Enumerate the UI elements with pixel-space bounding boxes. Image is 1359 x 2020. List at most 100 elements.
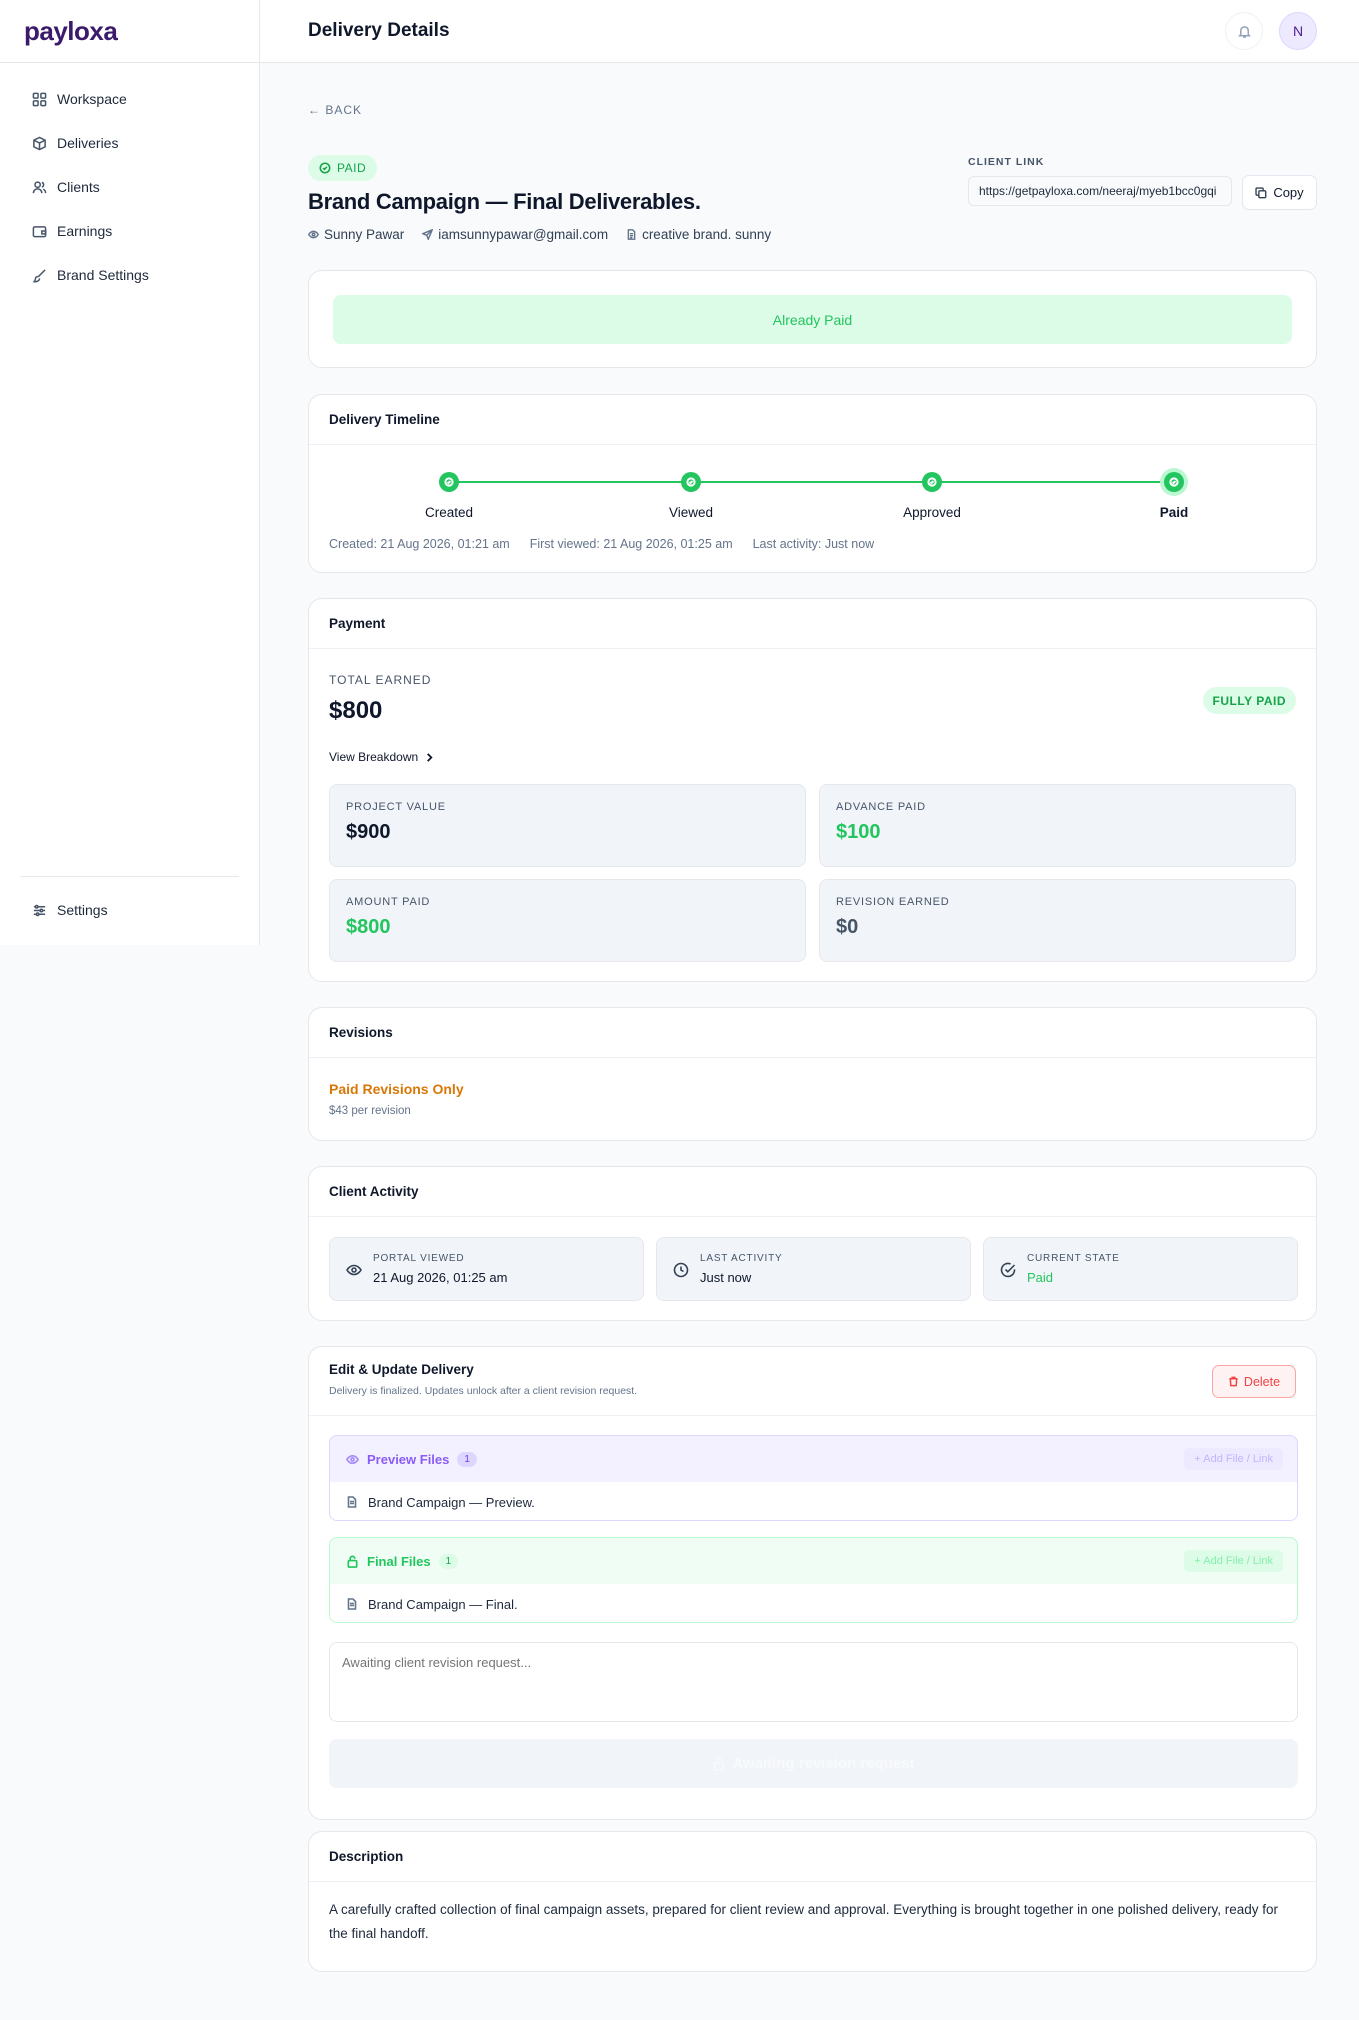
- copy-icon: [1255, 186, 1267, 198]
- check-icon: [927, 477, 937, 487]
- preview-files-label: Preview Files: [367, 1451, 450, 1467]
- sidebar-item-workspace[interactable]: Workspace: [0, 77, 259, 121]
- sidebar-item-label: Clients: [57, 179, 100, 195]
- check-icon: [444, 477, 454, 487]
- trash-icon: [1229, 1376, 1238, 1387]
- file-row[interactable]: Brand Campaign — Preview.: [330, 1482, 1297, 1520]
- clock-icon: [673, 1262, 689, 1278]
- final-files-header: Final Files 1 + Add File / Link: [330, 1538, 1297, 1584]
- add-final-file-button[interactable]: + Add File / Link: [1184, 1550, 1283, 1572]
- timeline-step-label: Approved: [903, 505, 961, 520]
- revision-price: $43 per revision: [329, 1105, 411, 1117]
- client-email: iamsunnypawar@gmail.com: [422, 227, 608, 242]
- stat-value: $900: [346, 821, 391, 843]
- sidebar-item-brand-settings[interactable]: Brand Settings: [0, 253, 259, 297]
- client-meta: Sunny Pawar iamsunnypawar@gmail.com crea…: [308, 227, 771, 242]
- delete-button[interactable]: Delete: [1212, 1365, 1296, 1398]
- sliders-icon: [33, 904, 46, 916]
- stat-value: $100: [836, 821, 881, 843]
- card-title: Delivery Timeline: [309, 395, 1316, 445]
- sidebar-item-label: Earnings: [57, 223, 113, 239]
- timeline-meta: Created: 21 Aug 2026, 01:21 am First vie…: [329, 537, 874, 551]
- preview-files-group: Preview Files 1 + Add File / Link Brand …: [329, 1435, 1298, 1521]
- view-breakdown-label: View Breakdown: [329, 750, 419, 764]
- activity-value: Paid: [1027, 1270, 1054, 1285]
- stat-revision-earned: REVISION EARNED $0: [819, 879, 1296, 962]
- paid-status-card: Already Paid: [308, 270, 1317, 368]
- sidebar-item-label: Deliveries: [57, 135, 119, 151]
- send-icon: [422, 229, 434, 240]
- copy-label: Copy: [1273, 185, 1304, 200]
- revision-request-textarea[interactable]: [329, 1642, 1298, 1722]
- copy-link-button[interactable]: Copy: [1242, 175, 1317, 210]
- file-name: Brand Campaign — Final.: [368, 1596, 518, 1612]
- client-company: creative brand. sunny: [626, 227, 771, 242]
- status-badge: PAID: [308, 155, 378, 181]
- users-icon: [32, 180, 47, 193]
- delete-label: Delete: [1243, 1374, 1281, 1389]
- file-icon: [347, 1496, 357, 1508]
- first-viewed-date: First viewed: 21 Aug 2026, 01:25 am: [529, 537, 733, 551]
- sidebar-nav: Workspace Deliveries Clients Earnings Br…: [0, 63, 259, 297]
- sidebar-item-settings[interactable]: Settings: [0, 888, 259, 932]
- bell-icon: [1237, 25, 1251, 38]
- final-files-group: Final Files 1 + Add File / Link Brand Ca…: [329, 1537, 1298, 1623]
- stat-label: REVISION EARNED: [836, 896, 950, 908]
- created-date: Created: 21 Aug 2026, 01:21 am: [329, 537, 510, 551]
- sidebar-item-deliveries[interactable]: Deliveries: [0, 121, 259, 165]
- sidebar-item-label: Settings: [57, 902, 108, 918]
- file-name: Brand Campaign — Preview.: [368, 1494, 535, 1510]
- sidebar-item-earnings[interactable]: Earnings: [0, 209, 259, 253]
- payment-status-badge: FULLY PAID: [1202, 687, 1296, 714]
- card-title: Payment: [309, 599, 1316, 649]
- activity-label: CURRENT STATE: [1027, 1253, 1120, 1264]
- file-row[interactable]: Brand Campaign — Final.: [330, 1584, 1297, 1622]
- stat-value: $0: [836, 916, 859, 938]
- check-icon: [1169, 477, 1179, 487]
- card-subtitle: Delivery is finalized. Updates unlock af…: [329, 1385, 638, 1397]
- brand-logo[interactable]: payloxa: [0, 0, 259, 63]
- eye-icon: [346, 1454, 359, 1464]
- back-link[interactable]: ← BACK: [308, 103, 362, 117]
- file-icon: [347, 1598, 357, 1610]
- edit-delivery-card: Edit & Update Delivery Delivery is final…: [308, 1346, 1317, 1820]
- client-activity-card: Client Activity PORTAL VIEWED 21 Aug 202…: [308, 1166, 1317, 1321]
- sidebar-item-label: Brand Settings: [57, 267, 149, 283]
- timeline-dot-approved: [922, 472, 942, 492]
- sidebar-item-clients[interactable]: Clients: [0, 165, 259, 209]
- timeline-dot-created: [439, 472, 459, 492]
- lock-icon: [714, 1757, 725, 1771]
- card-title: Revisions: [309, 1008, 1316, 1058]
- description-text: A carefully crafted collection of final …: [329, 1902, 1279, 1941]
- brush-icon: [33, 268, 46, 282]
- description-card: Description A carefully crafted collecti…: [308, 1831, 1317, 1972]
- divider: [309, 1415, 1316, 1416]
- client-link-field[interactable]: https://getpayloxa.com/neeraj/myeb1bcc0g…: [968, 176, 1232, 206]
- view-breakdown-link[interactable]: View Breakdown: [329, 750, 434, 764]
- chevron-right-icon: [427, 752, 433, 762]
- stat-label: PROJECT VALUE: [346, 801, 446, 813]
- eye-icon: [308, 230, 319, 239]
- notifications-button[interactable]: [1225, 12, 1263, 50]
- lock-icon: [347, 1555, 358, 1568]
- logo-text: payloxa: [24, 15, 118, 46]
- add-preview-file-button[interactable]: + Add File / Link: [1184, 1448, 1283, 1470]
- activity-portal-viewed: PORTAL VIEWED 21 Aug 2026, 01:25 am: [329, 1237, 644, 1301]
- card-title: Edit & Update Delivery: [329, 1362, 474, 1377]
- timeline-step-label: Created: [424, 505, 474, 520]
- box-icon: [33, 136, 46, 150]
- awaiting-revision-button[interactable]: Awaiting revision request: [329, 1739, 1298, 1788]
- card-title: Client Activity: [309, 1167, 1316, 1217]
- top-header: Delivery Details N: [260, 0, 1359, 63]
- total-earned-label: TOTAL EARNED: [329, 673, 432, 687]
- timeline-track: [449, 481, 1173, 483]
- avatar[interactable]: N: [1279, 12, 1317, 50]
- revision-policy: Paid Revisions Only: [329, 1081, 464, 1097]
- sidebar-divider: [20, 876, 239, 877]
- page-header-title: Delivery Details: [308, 20, 450, 41]
- client-name: Sunny Pawar: [308, 227, 404, 242]
- activity-last-activity: LAST ACTIVITY Just now: [656, 1237, 971, 1301]
- preview-files-header: Preview Files 1 + Add File / Link: [330, 1436, 1297, 1482]
- wallet-icon: [32, 225, 47, 237]
- card-title: Description: [309, 1832, 1316, 1882]
